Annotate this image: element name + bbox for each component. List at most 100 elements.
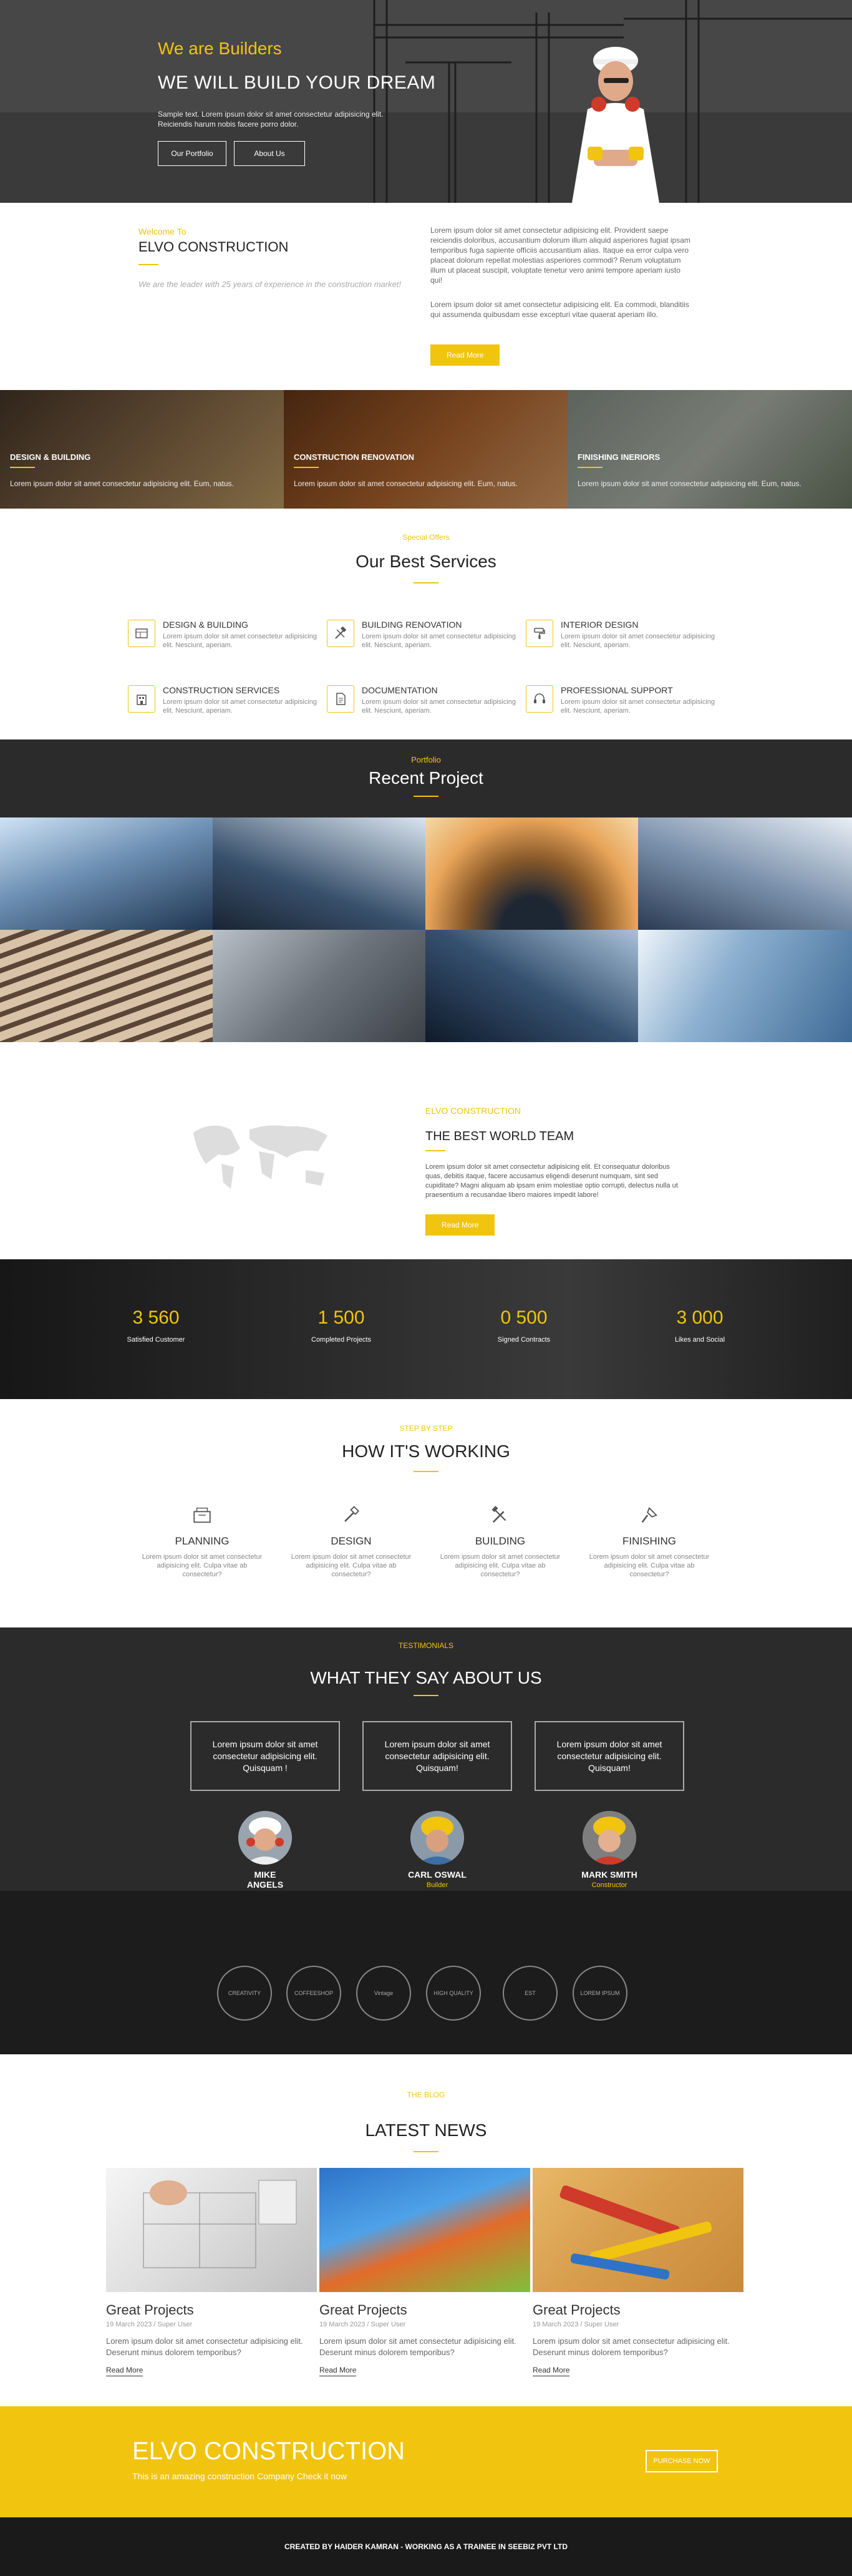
team-read-more-button[interactable]: Read More <box>425 1214 495 1236</box>
project-image[interactable] <box>638 817 852 930</box>
person-name: CARL OSWAL <box>408 1870 467 1880</box>
portfolio-underline <box>414 796 438 797</box>
step-desc: Lorem ipsum dolor sit amet consectetur a… <box>440 1553 561 1578</box>
service-construction-services[interactable]: CONSTRUCTION SERVICES Lorem ipsum dolor … <box>128 685 321 723</box>
hammer-icon <box>327 620 354 647</box>
partner-logo: COFFEESHOP <box>286 1966 341 2021</box>
partner-logo: EST <box>503 1966 558 2021</box>
tile-title: FINISHING INERIORS <box>578 452 661 462</box>
portfolio-title: Recent Project <box>369 768 483 788</box>
counter-completed-projects: 1 500 Completed Projects <box>279 1307 404 1344</box>
service-title: CONSTRUCTION SERVICES <box>163 685 280 695</box>
person-role: Constructor <box>591 1881 627 1889</box>
step-name: BUILDING <box>475 1535 526 1547</box>
step-desc: Lorem ipsum dolor sit amet consectetur a… <box>142 1553 263 1578</box>
counter-value: 3 000 <box>676 1307 724 1328</box>
news-underline <box>414 2151 438 2152</box>
service-building-renovation[interactable]: BUILDING RENOVATION Lorem ipsum dolor si… <box>327 620 520 657</box>
hero-headline: WE WILL BUILD YOUR DREAM <box>158 72 436 93</box>
tile-construction-renovation[interactable]: CONSTRUCTION RENOVATION Lorem ipsum dolo… <box>284 390 568 509</box>
hero-title: We are Builders <box>158 39 282 58</box>
service-desc: Lorem ipsum dolor sit amet consectetur a… <box>561 698 715 715</box>
project-image[interactable] <box>425 930 638 1042</box>
avatar <box>238 1811 292 1865</box>
news-title[interactable]: Great Projects <box>533 2302 743 2318</box>
person-role: Builder <box>426 1881 448 1889</box>
news-title[interactable]: Great Projects <box>106 2302 317 2318</box>
news-desc: Lorem ipsum dolor sit amet consectetur a… <box>319 2336 516 2357</box>
counter-label: Satisfied Customer <box>127 1336 185 1344</box>
partner-logo: Vintage <box>356 1966 411 2021</box>
testimonials-kicker: TESTIMONIALS <box>398 1641 453 1650</box>
news-kicker: THE BLOG <box>407 2091 445 2099</box>
counter-value: 0 500 <box>500 1307 548 1328</box>
service-title: DESIGN & BUILDING <box>163 620 248 630</box>
worker-image <box>572 47 659 203</box>
news-read-more-link[interactable]: Read More <box>106 2366 143 2376</box>
partner-logo: CREATIVITY <box>217 1966 272 2021</box>
testimonial-person: CARL OSWAL Builder <box>407 1811 467 1889</box>
step-name: FINISHING <box>622 1535 676 1547</box>
step-desc: Lorem ipsum dolor sit amet consectetur a… <box>291 1553 412 1578</box>
news-read-more-link[interactable]: Read More <box>533 2366 570 2376</box>
project-image[interactable] <box>638 930 852 1042</box>
service-title: DOCUMENTATION <box>362 685 438 695</box>
service-interior-design[interactable]: INTERIOR DESIGN Lorem ipsum dolor sit am… <box>526 620 719 657</box>
tile-desc: Lorem ipsum dolor sit amet consectetur a… <box>10 479 234 488</box>
purchase-now-button[interactable]: PURCHASE NOW <box>646 2450 718 2472</box>
news-image[interactable] <box>319 2168 530 2292</box>
news-card: Great Projects 19 March 2023 / Super Use… <box>533 2168 743 2376</box>
tile-finishing-interiors[interactable]: FINISHING INERIORS Lorem ipsum dolor sit… <box>568 390 852 509</box>
news-image[interactable] <box>106 2168 317 2292</box>
step-finishing: FINISHING Lorem ipsum dolor sit amet con… <box>587 1503 712 1579</box>
team-text: Lorem ipsum dolor sit amet consectetur a… <box>425 1163 678 1199</box>
news-image[interactable] <box>533 2168 743 2292</box>
headset-icon <box>526 685 553 713</box>
step-building: BUILDING Lorem ipsum dolor sit amet cons… <box>438 1503 563 1579</box>
portfolio-kicker: Portfolio <box>411 755 441 764</box>
about-us-button[interactable]: About Us <box>234 141 305 166</box>
service-title: INTERIOR DESIGN <box>561 620 639 630</box>
counter-label: Likes and Social <box>674 1336 725 1344</box>
counter-likes-social: 3 000 Likes and Social <box>637 1307 762 1344</box>
news-title[interactable]: Great Projects <box>319 2302 530 2318</box>
service-desc: Lorem ipsum dolor sit amet consectetur a… <box>561 633 715 649</box>
service-desc: Lorem ipsum dolor sit amet consectetur a… <box>362 698 516 715</box>
project-image[interactable] <box>213 817 425 930</box>
tile-design-building[interactable]: DESIGN & BUILDING Lorem ipsum dolor sit … <box>0 390 284 509</box>
step-name: PLANNING <box>175 1535 230 1547</box>
tile-underline <box>294 467 319 468</box>
project-image[interactable] <box>0 930 213 1042</box>
tile-title: DESIGN & BUILDING <box>10 452 91 462</box>
about-read-more-button[interactable]: Read More <box>430 344 500 366</box>
tile-overlay <box>284 390 568 509</box>
company-title: ELVO CONSTRUCTION <box>138 239 289 255</box>
project-image[interactable] <box>425 817 638 930</box>
tile-desc: Lorem ipsum dolor sit amet consectetur a… <box>294 479 518 488</box>
testimonial-person: MIKE ANGELS Architect <box>235 1811 295 1899</box>
about-section <box>0 203 852 390</box>
our-portfolio-button[interactable]: Our Portfolio <box>158 141 226 166</box>
service-documentation[interactable]: DOCUMENTATION Lorem ipsum dolor sit amet… <box>327 685 520 723</box>
about-paragraph-2: Lorem ipsum dolor sit amet consectetur a… <box>430 300 689 319</box>
paint-roller-icon <box>526 620 553 647</box>
service-design-building[interactable]: DESIGN & BUILDING Lorem ipsum dolor sit … <box>128 620 321 657</box>
project-image[interactable] <box>0 817 213 930</box>
document-icon <box>327 685 354 713</box>
counter-signed-contracts: 0 500 Signed Contracts <box>462 1307 586 1344</box>
title-underline <box>138 264 158 265</box>
service-professional-support[interactable]: PROFESSIONAL SUPPORT Lorem ipsum dolor s… <box>526 685 719 723</box>
partner-logo: HIGH QUALITY <box>426 1966 481 2021</box>
tile-underline <box>10 467 35 468</box>
news-meta: 19 March 2023 / Super User <box>319 2321 406 2328</box>
portfolio-header: Portfolio Recent Project <box>0 739 852 817</box>
service-desc: Lorem ipsum dolor sit amet consectetur a… <box>362 633 516 649</box>
project-image[interactable] <box>213 930 425 1042</box>
testimonials-title: WHAT THEY SAY ABOUT US <box>310 1668 542 1687</box>
tile-title: CONSTRUCTION RENOVATION <box>294 452 415 462</box>
cta-section: ELVO CONSTRUCTION This is an amazing con… <box>0 2406 852 2517</box>
steps-underline <box>414 1471 438 1472</box>
news-card: Great Projects 19 March 2023 / Super Use… <box>319 2168 530 2376</box>
service-desc: Lorem ipsum dolor sit amet consectetur a… <box>163 698 317 715</box>
news-read-more-link[interactable]: Read More <box>319 2366 357 2376</box>
